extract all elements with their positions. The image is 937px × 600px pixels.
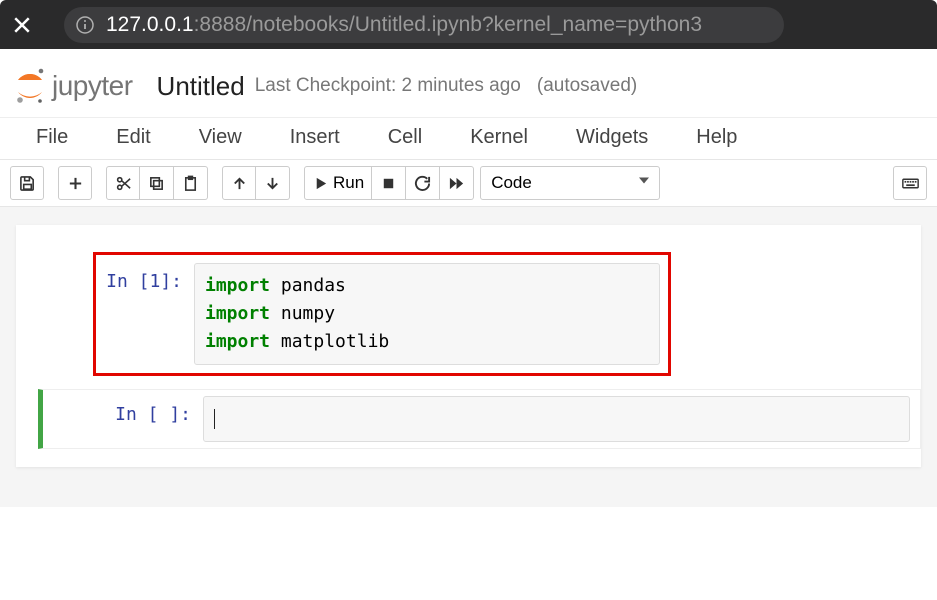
url-text: 127.0.0.1:8888/notebooks/Untitled.ipynb?… (106, 13, 702, 37)
stop-icon (380, 175, 397, 192)
restart-icon (414, 175, 431, 192)
checkpoint-text: Last Checkpoint: 2 minutes ago (255, 75, 521, 97)
run-button-label: Run (333, 173, 364, 193)
menu-edit[interactable]: Edit (116, 126, 150, 149)
cell-type-dropdown[interactable]: Code (480, 166, 660, 200)
fast-forward-icon (448, 175, 465, 192)
cell-prompt: In [ ]: (47, 396, 203, 442)
restart-button[interactable] (406, 166, 440, 200)
save-icon (19, 175, 36, 192)
plus-icon (67, 175, 84, 192)
scissors-icon (115, 175, 132, 192)
menu-bar: File Edit View Insert Cell Kernel Widget… (0, 117, 937, 159)
code-input[interactable]: import pandas import numpy import matplo… (194, 263, 660, 365)
menu-cell[interactable]: Cell (388, 126, 422, 149)
close-icon[interactable] (8, 11, 36, 39)
notebook-area: In [1]: import pandas import numpy impor… (0, 207, 937, 507)
notebook-container: In [1]: import pandas import numpy impor… (16, 225, 921, 467)
copy-icon (148, 175, 165, 192)
save-button[interactable] (10, 166, 44, 200)
notebook-title[interactable]: Untitled (157, 71, 245, 102)
jupyter-logo[interactable]: jupyter (14, 67, 133, 105)
code-line: import matplotlib (205, 328, 649, 356)
run-button[interactable]: Run (304, 166, 372, 200)
menu-insert[interactable]: Insert (290, 126, 340, 149)
keyboard-icon (902, 175, 919, 192)
jupyter-header: jupyter Untitled Last Checkpoint: 2 minu… (0, 49, 937, 117)
info-icon (74, 14, 96, 36)
code-line: import pandas (205, 272, 649, 300)
arrow-up-icon (231, 175, 248, 192)
paste-button[interactable] (174, 166, 208, 200)
jupyter-logo-icon (14, 67, 46, 105)
cut-button[interactable] (106, 166, 140, 200)
cell-type-selected: Code (491, 173, 532, 193)
code-cell-2[interactable]: In [ ]: (38, 389, 921, 449)
arrow-down-icon (264, 175, 281, 192)
cell-prompt: In [1]: (104, 263, 194, 365)
toolbar: Run Code (0, 159, 937, 207)
code-input[interactable] (203, 396, 910, 442)
jupyter-logo-text: jupyter (52, 70, 133, 102)
menu-file[interactable]: File (36, 126, 68, 149)
autosaved-text: (autosaved) (537, 75, 637, 97)
play-icon (312, 175, 329, 192)
add-cell-button[interactable] (58, 166, 92, 200)
copy-button[interactable] (140, 166, 174, 200)
interrupt-button[interactable] (372, 166, 406, 200)
move-down-button[interactable] (256, 166, 290, 200)
command-palette-button[interactable] (893, 166, 927, 200)
menu-kernel[interactable]: Kernel (470, 126, 528, 149)
restart-run-all-button[interactable] (440, 166, 474, 200)
menu-help[interactable]: Help (696, 126, 737, 149)
text-cursor (214, 409, 215, 429)
menu-widgets[interactable]: Widgets (576, 126, 648, 149)
code-cell-1[interactable]: In [1]: import pandas import numpy impor… (92, 251, 672, 377)
menu-view[interactable]: View (199, 126, 242, 149)
url-bar[interactable]: 127.0.0.1:8888/notebooks/Untitled.ipynb?… (64, 7, 784, 43)
move-up-button[interactable] (222, 166, 256, 200)
paste-icon (182, 175, 199, 192)
code-line: import numpy (205, 300, 649, 328)
browser-bar: 127.0.0.1:8888/notebooks/Untitled.ipynb?… (0, 0, 937, 49)
